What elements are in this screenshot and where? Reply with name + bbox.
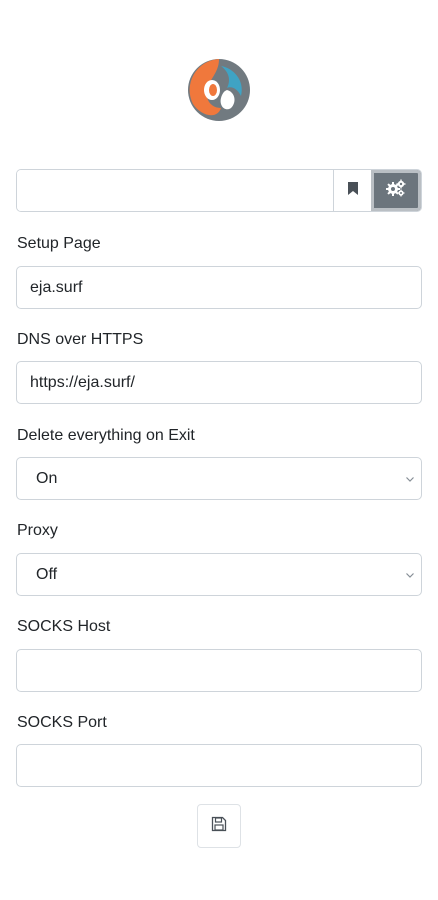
address-bar: [16, 169, 422, 212]
chevron-down-icon: [406, 573, 414, 578]
socks-host-input[interactable]: [16, 649, 422, 692]
dns-over-https-label: DNS over HTTPS: [17, 331, 144, 348]
eja-logo-icon: [187, 58, 251, 122]
delete-on-exit-label: Delete everything on Exit: [17, 427, 195, 444]
delete-on-exit-selected: On: [36, 469, 58, 487]
chevron-down-icon: [406, 477, 414, 482]
dns-over-https-input[interactable]: https://eja.surf/: [16, 361, 422, 404]
setup-page-input[interactable]: eja.surf: [16, 266, 422, 309]
dns-over-https-value: https://eja.surf/: [30, 373, 135, 391]
save-button[interactable]: [197, 804, 241, 848]
proxy-selected: Off: [36, 565, 58, 583]
proxy-label: Proxy: [17, 522, 58, 539]
socks-host-label: SOCKS Host: [17, 618, 111, 635]
socks-port-label: SOCKS Port: [17, 714, 107, 731]
bookmark-icon: [347, 181, 359, 201]
socks-port-input[interactable]: [16, 744, 422, 787]
floppy-disk-icon: [211, 816, 227, 837]
setup-page-value: eja.surf: [30, 278, 83, 296]
settings-button[interactable]: [371, 170, 421, 211]
gears-icon: [386, 179, 406, 202]
url-input[interactable]: [17, 170, 333, 211]
setup-page-label: Setup Page: [17, 235, 101, 252]
bookmark-button[interactable]: [333, 170, 371, 211]
proxy-select[interactable]: Off: [16, 553, 422, 596]
delete-on-exit-select[interactable]: On: [16, 457, 422, 500]
